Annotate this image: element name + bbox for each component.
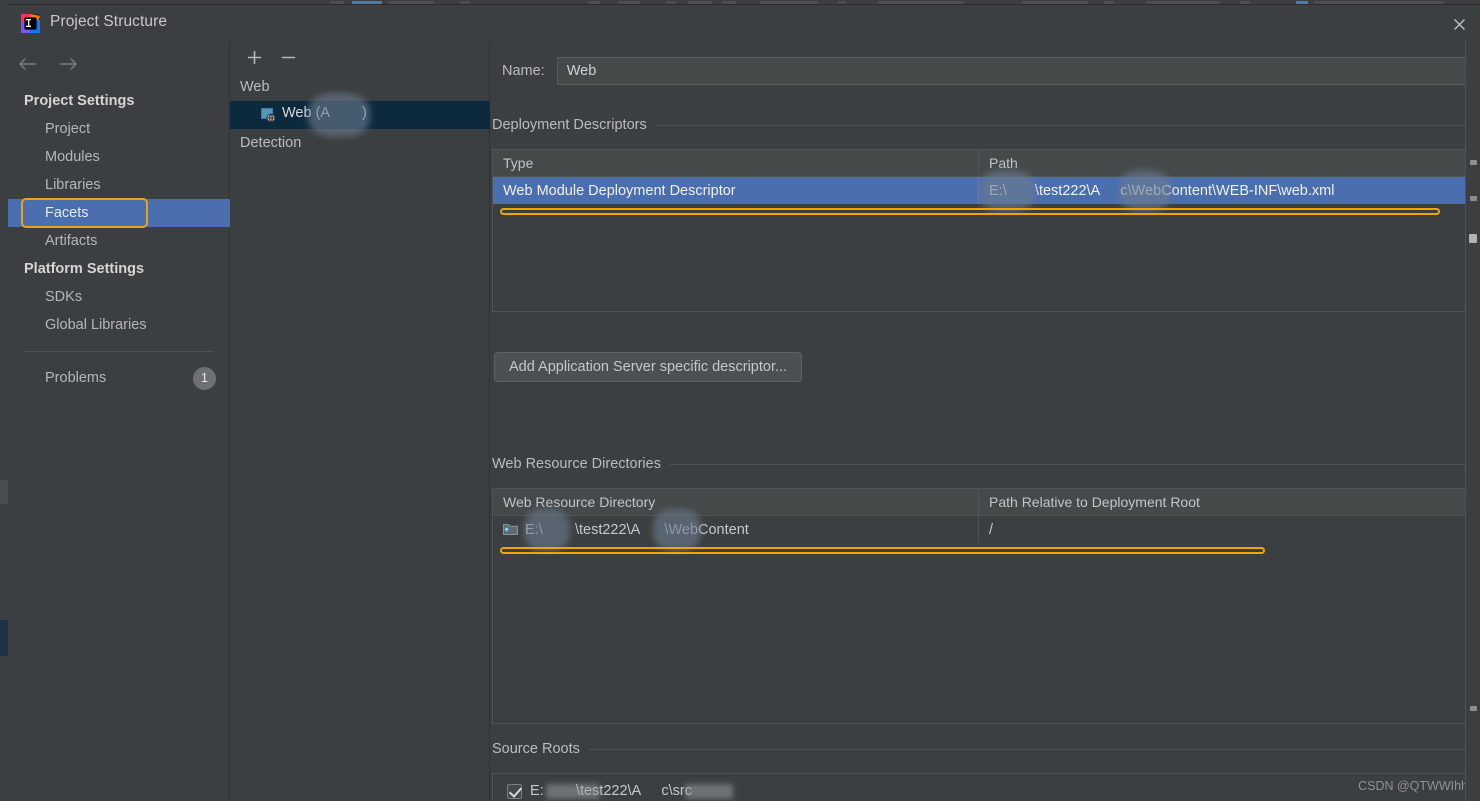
sidebar-item-label: SDKs [45,289,83,305]
nav-group-platform-settings: Platform Settings [24,261,145,277]
sidebar-item-problems[interactable]: Problems 1 [8,364,230,392]
tree-row-label: Web [240,79,270,95]
sidebar-item-sdks[interactable]: SDKs [8,283,230,311]
sidebar-item-label: Problems [45,370,107,386]
sidebar-item-artifacts[interactable]: Artifacts [8,227,230,255]
sidebar-item-label: Modules [45,149,100,165]
sidebar-item-label: Global Libraries [45,317,147,333]
settings-navigation-panel: Project Settings Project Modules Librari… [8,41,230,801]
right-gutter [1465,41,1480,801]
arrow-left-icon[interactable] [16,53,38,75]
section-divider [669,463,1478,465]
bg-gutter-mark [0,620,8,656]
column-header-relative-path[interactable]: Path Relative to Deployment Root [979,489,1477,515]
add-application-server-descriptor-button[interactable]: Add Application Server specific descript… [494,352,803,382]
project-structure-dialog: Project Structure Project Settings Proje… [8,4,1480,801]
section-title: Deployment Descriptors [492,117,647,133]
descriptor-row-highlight-annotation [500,208,1440,215]
sidebar-item-libraries[interactable]: Libraries [8,171,230,199]
web-facet-icon [260,107,276,123]
section-title: Web Resource Directories [492,456,661,472]
web-resource-row-highlight-annotation [500,547,1265,554]
table-body: E:\ \test222\A \WebContent / [493,509,1477,554]
column-header-path[interactable]: Path [979,150,1477,176]
nav-history-controls [16,53,80,75]
cell-path-text: E:\ \test222\A c\WebContent\WEB-INF\web.… [989,182,1335,199]
source-roots-table: E: \test222\A c\src [492,773,1478,801]
source-root-row[interactable]: E: \test222\A c\src [507,783,733,799]
tree-row-detection[interactable]: Detection [230,129,490,157]
tree-row-label: Detection [240,135,302,151]
sidebar-item-label: Artifacts [45,233,98,249]
sidebar-item-label: Facets [45,205,89,221]
deployment-descriptors-table: Type Path Web Module Deployment Descript… [492,149,1478,312]
gutter-mark [1469,234,1477,243]
column-header-web-resource-directory[interactable]: Web Resource Directory [493,489,979,515]
gutter-mark [1470,160,1477,165]
settings-category-list: Project Settings Project Modules Librari… [8,87,230,392]
minus-icon[interactable] [278,47,298,67]
cell-path: E:\ \test222\A c\WebContent\WEB-INF\web.… [979,170,1477,212]
intellij-idea-logo-icon [21,14,40,33]
nav-group-project-settings: Project Settings [24,93,135,109]
problems-count-badge: 1 [193,366,216,390]
gutter-mark [1470,706,1477,711]
sidebar-item-label: Project [45,121,91,137]
dialog-titlebar: Project Structure [8,5,1480,41]
section-divider [655,124,1478,126]
gutter-mark [1470,196,1477,201]
web-resource-directories-table: Web Resource Directory Path Relative to … [492,488,1478,724]
facets-tree-toolbar [230,41,490,73]
sidebar-item-modules[interactable]: Modules [8,143,230,171]
table-header: Web Resource Directory Path Relative to … [493,489,1477,516]
facet-name-row: Name: [502,57,1469,85]
name-label: Name: [502,63,545,79]
cell-relative-path: / [989,521,994,538]
redaction-blur [685,784,733,799]
background-left-gutter [0,8,8,801]
tree-row-web-facet[interactable]: Web (A█████) Web (A ) [230,93,490,137]
dialog-title: Project Structure [50,13,168,30]
section-title: Source Roots [492,741,580,757]
sidebar-item-facets[interactable]: Facets [8,198,230,228]
deployment-descriptors-header: Deployment Descriptors [492,117,1478,133]
close-icon[interactable] [1446,13,1472,35]
table-row[interactable]: E:\ \test222\A \WebContent / [493,509,1477,551]
column-header-type[interactable]: Type [493,150,979,176]
facets-tree: Web Web (A█████) Web (A [230,73,490,157]
sidebar-item-label: Libraries [45,177,101,193]
cell-type: Web Module Deployment Descriptor [493,177,979,204]
plus-icon[interactable] [244,47,264,67]
facets-tree-panel: Web Web (A█████) Web (A [230,41,490,801]
table-body: Web Module Deployment Descriptor E:\ \te… [493,170,1477,215]
tree-row-web-group[interactable]: Web [230,73,490,101]
table-header: Type Path [493,150,1477,177]
facet-detail-panel: Name: Deployment Descriptors Type Path W… [490,41,1480,801]
cell-directory-text: E:\ \test222\A \WebContent [525,521,749,538]
nav-divider [24,351,214,352]
source-root-checkbox[interactable] [507,783,522,799]
folder-web-icon [503,522,519,538]
name-input[interactable] [556,57,1469,85]
sidebar-item-project[interactable]: Project [8,115,230,143]
sidebar-item-global-libraries[interactable]: Global Libraries [8,311,230,339]
table-row[interactable]: Web Module Deployment Descriptor E:\ \te… [493,170,1477,212]
cell-directory: E:\ \test222\A \WebContent [493,509,979,551]
csdn-watermark: CSDN @QTWWIhh [1358,779,1468,793]
bg-gutter-mark [0,480,8,504]
tree-row-label-visible: Web (A [282,105,331,121]
tree-row-label-suffix: ) [362,105,367,121]
web-resource-directories-header: Web Resource Directories [492,456,1478,472]
source-roots-header: Source Roots [492,741,1478,757]
section-divider [588,748,1478,750]
source-root-path: E: \test222\A c\src [530,783,692,799]
arrow-right-icon[interactable] [58,53,80,75]
